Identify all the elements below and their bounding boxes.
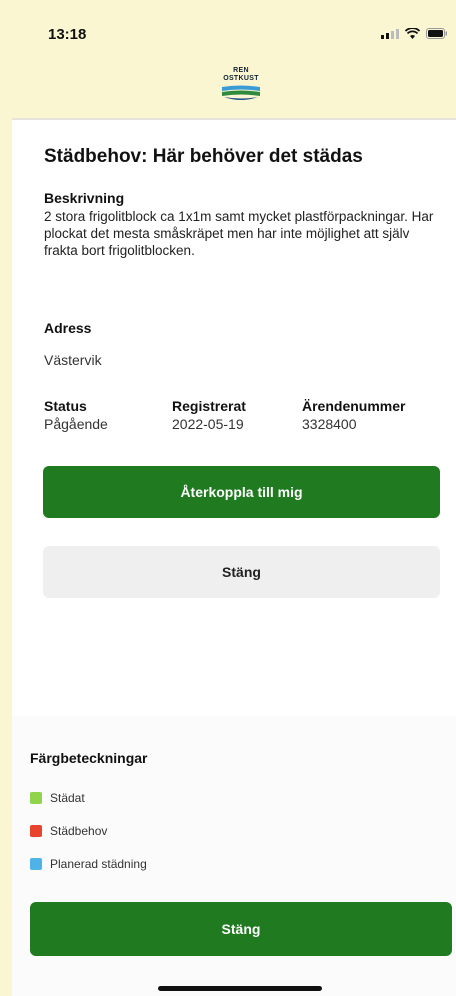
feedback-button[interactable]: Återkoppla till mig <box>43 466 440 518</box>
logo-text-top: REN <box>233 67 249 74</box>
address-label: Adress <box>44 320 92 336</box>
status-value: Pågående <box>44 416 108 432</box>
status-label: Status <box>44 398 87 414</box>
registered-field: Registrerat 2022-05-19 <box>172 398 246 432</box>
status-field: Status Pågående <box>44 398 108 432</box>
legend-item-cleaned: Städat <box>30 791 85 805</box>
red-swatch-icon <box>30 825 42 837</box>
home-indicator[interactable] <box>158 986 322 991</box>
battery-icon <box>426 28 447 39</box>
logo-text-bottom: OSTKUST <box>223 75 259 82</box>
wifi-icon <box>405 28 420 39</box>
green-swatch-icon <box>30 792 42 804</box>
description-text: 2 stora frigolitblock ca 1x1m samt mycke… <box>44 209 434 258</box>
signal-icon <box>381 29 399 39</box>
legend-label: Städbehov <box>50 824 108 838</box>
close-legend-button[interactable]: Stäng <box>30 902 452 956</box>
logo-wave-icon <box>222 85 260 100</box>
legend-label: Städat <box>50 791 85 805</box>
legend-item-planned: Planerad städning <box>30 857 147 871</box>
legend-title: Färgbeteckningar <box>30 750 148 766</box>
case-number-label: Ärendenummer <box>302 398 406 414</box>
legend-item-needs-cleaning: Städbehov <box>30 824 107 838</box>
ren-ostkust-logo: REN OSTKUST <box>218 67 264 109</box>
report-detail-card: Städbehov: Här behöver det städas Beskri… <box>12 120 456 716</box>
report-title: Städbehov: Här behöver det städas <box>44 146 363 167</box>
case-number-value: 3328400 <box>302 416 357 432</box>
address-value: Västervik <box>44 352 102 368</box>
close-report-button[interactable]: Stäng <box>43 546 440 598</box>
status-bar: 13:18 <box>12 0 456 62</box>
phone-screen: 13:18 REN OSTKUST Städbehov: Här behöver… <box>12 0 456 996</box>
status-icons <box>381 28 448 39</box>
legend-label: Planerad städning <box>50 857 147 871</box>
registered-label: Registrerat <box>172 398 246 414</box>
color-legend-panel: Färgbeteckningar Städat Städbehov Planer… <box>12 716 456 996</box>
blue-swatch-icon <box>30 858 42 870</box>
status-time: 13:18 <box>48 26 87 43</box>
registered-value: 2022-05-19 <box>172 416 244 432</box>
app-header: REN OSTKUST <box>12 62 456 120</box>
description-label: Beskrivning <box>44 190 125 206</box>
case-number-field: Ärendenummer 3328400 <box>302 398 405 432</box>
